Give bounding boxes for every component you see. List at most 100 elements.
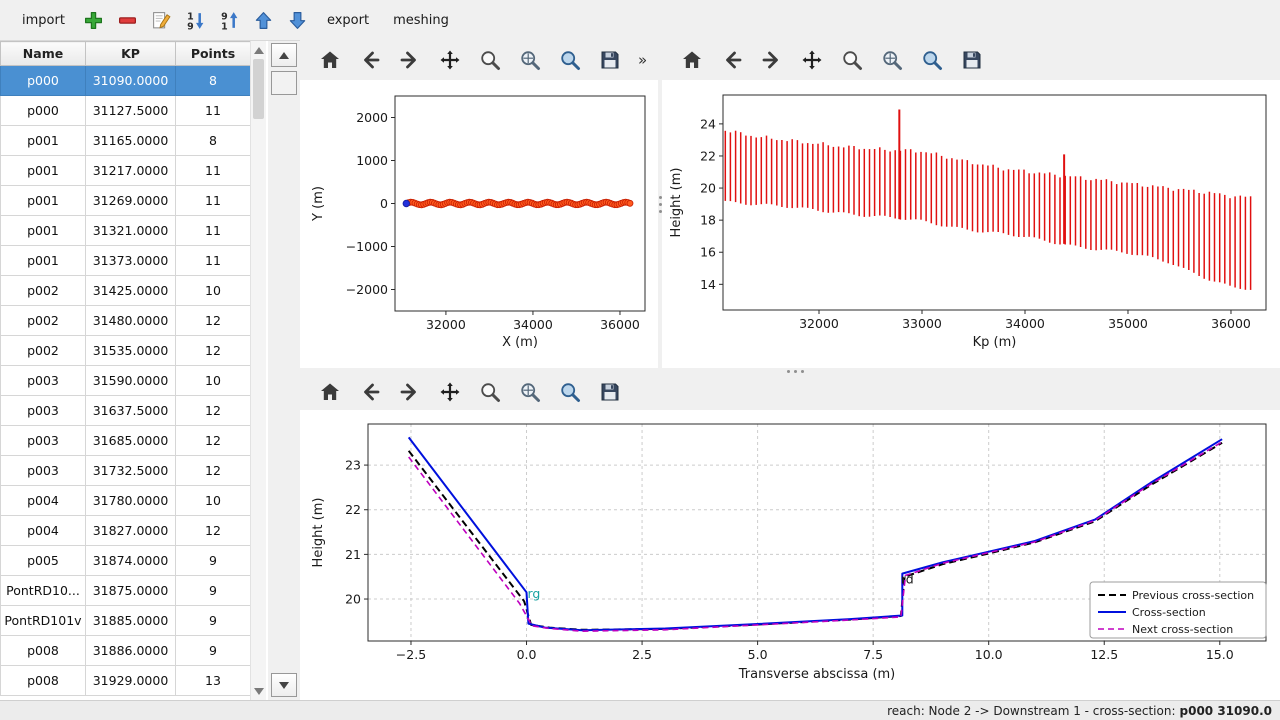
table-scrollbar-thumb[interactable] xyxy=(253,59,264,119)
column-header-kp[interactable]: KP xyxy=(86,42,176,66)
table-row[interactable]: p00031090.00008 xyxy=(1,66,251,96)
move-down-button[interactable] xyxy=(283,5,313,35)
cell-kp[interactable]: 31321.0000 xyxy=(86,216,176,246)
cell-points[interactable]: 12 xyxy=(176,516,251,546)
cell-points[interactable]: 10 xyxy=(176,366,251,396)
cell-kp[interactable]: 31165.0000 xyxy=(86,126,176,156)
forward-button[interactable] xyxy=(394,44,426,76)
cell-name[interactable]: p001 xyxy=(1,246,86,276)
cell-points[interactable]: 12 xyxy=(176,396,251,426)
table-row[interactable]: p00831929.000013 xyxy=(1,666,251,696)
cell-kp[interactable]: 31827.0000 xyxy=(86,516,176,546)
home-button[interactable] xyxy=(314,44,346,76)
back-button[interactable] xyxy=(716,44,748,76)
cell-kp[interactable]: 31590.0000 xyxy=(86,366,176,396)
cell-name[interactable]: p004 xyxy=(1,486,86,516)
cell-points[interactable]: 13 xyxy=(176,666,251,696)
import-button[interactable]: import xyxy=(12,7,75,34)
table-row[interactable]: PontRD10...31875.00009 xyxy=(1,576,251,606)
scroll-down-button[interactable] xyxy=(271,673,297,697)
cell-kp[interactable]: 31637.5000 xyxy=(86,396,176,426)
cell-kp[interactable]: 31269.0000 xyxy=(86,186,176,216)
plan-view-chart[interactable]: 320003400036000200010000−1000−2000X (m)Y… xyxy=(300,80,658,368)
pan-button[interactable] xyxy=(434,376,466,408)
pan-button[interactable] xyxy=(796,44,828,76)
cell-name[interactable]: p001 xyxy=(1,216,86,246)
cell-kp[interactable]: 31425.0000 xyxy=(86,276,176,306)
table-row[interactable]: p00131217.000011 xyxy=(1,156,251,186)
cell-kp[interactable]: 31217.0000 xyxy=(86,156,176,186)
cell-points[interactable]: 9 xyxy=(176,606,251,636)
cell-points[interactable]: 12 xyxy=(176,456,251,486)
cell-kp[interactable]: 31929.0000 xyxy=(86,666,176,696)
cell-kp[interactable]: 31480.0000 xyxy=(86,306,176,336)
cell-kp[interactable]: 31373.0000 xyxy=(86,246,176,276)
export-button[interactable]: export xyxy=(317,7,379,34)
column-header-points[interactable]: Points xyxy=(176,42,251,66)
panel-scrollbar-thumb[interactable] xyxy=(271,71,297,95)
forward-button[interactable] xyxy=(756,44,788,76)
configure-subplots-button[interactable] xyxy=(876,44,908,76)
cell-kp[interactable]: 31732.5000 xyxy=(86,456,176,486)
table-row[interactable]: p00131269.000011 xyxy=(1,186,251,216)
table-row[interactable]: p00131165.00008 xyxy=(1,126,251,156)
remove-button[interactable] xyxy=(113,5,143,35)
cell-name[interactable]: p002 xyxy=(1,336,86,366)
cell-name[interactable]: p000 xyxy=(1,66,86,96)
cell-kp[interactable]: 31875.0000 xyxy=(86,576,176,606)
save-button[interactable] xyxy=(956,44,988,76)
column-header-name[interactable]: Name xyxy=(1,42,86,66)
cell-points[interactable]: 11 xyxy=(176,186,251,216)
table-row[interactable]: p00431780.000010 xyxy=(1,486,251,516)
table-row[interactable]: p00431827.000012 xyxy=(1,516,251,546)
table-row[interactable]: p00231425.000010 xyxy=(1,276,251,306)
save-button[interactable] xyxy=(594,376,626,408)
table-row[interactable]: p00231535.000012 xyxy=(1,336,251,366)
cell-points[interactable]: 9 xyxy=(176,636,251,666)
cell-kp[interactable]: 31090.0000 xyxy=(86,66,176,96)
cell-points[interactable]: 12 xyxy=(176,306,251,336)
cell-points[interactable]: 12 xyxy=(176,336,251,366)
cell-kp[interactable]: 31874.0000 xyxy=(86,546,176,576)
cell-points[interactable]: 10 xyxy=(176,276,251,306)
cell-name[interactable]: p001 xyxy=(1,126,86,156)
customize-button[interactable] xyxy=(554,44,586,76)
table-row[interactable]: p00331637.500012 xyxy=(1,396,251,426)
cell-name[interactable]: p003 xyxy=(1,456,86,486)
cell-name[interactable]: p005 xyxy=(1,546,86,576)
cell-points[interactable]: 8 xyxy=(176,126,251,156)
cell-kp[interactable]: 31127.5000 xyxy=(86,96,176,126)
add-button[interactable] xyxy=(79,5,109,35)
save-button[interactable] xyxy=(594,44,626,76)
cell-points[interactable]: 9 xyxy=(176,546,251,576)
configure-subplots-button[interactable] xyxy=(514,376,546,408)
cell-name[interactable]: p003 xyxy=(1,366,86,396)
cell-kp[interactable]: 31535.0000 xyxy=(86,336,176,366)
cell-name[interactable]: p008 xyxy=(1,636,86,666)
table-row[interactable]: p00331590.000010 xyxy=(1,366,251,396)
zoom-button[interactable] xyxy=(474,376,506,408)
cell-points[interactable]: 11 xyxy=(176,96,251,126)
table-row[interactable]: p00131321.000011 xyxy=(1,216,251,246)
move-up-button[interactable] xyxy=(249,5,279,35)
cell-points[interactable]: 11 xyxy=(176,156,251,186)
meshing-button[interactable]: meshing xyxy=(383,7,459,34)
toolbar-overflow-chevron[interactable]: » xyxy=(638,51,647,69)
table-row[interactable]: p00831886.00009 xyxy=(1,636,251,666)
home-button[interactable] xyxy=(314,376,346,408)
sort-descending-button[interactable]: 91 xyxy=(215,5,245,35)
edit-button[interactable] xyxy=(147,5,177,35)
back-button[interactable] xyxy=(354,44,386,76)
sort-ascending-button[interactable]: 19 xyxy=(181,5,211,35)
cell-name[interactable]: PontRD101v xyxy=(1,606,86,636)
cell-kp[interactable]: 31685.0000 xyxy=(86,426,176,456)
cell-name[interactable]: p000 xyxy=(1,96,86,126)
scroll-up-icon[interactable] xyxy=(254,47,264,54)
cell-name[interactable]: p004 xyxy=(1,516,86,546)
table-row[interactable]: p00531874.00009 xyxy=(1,546,251,576)
cell-name[interactable]: p003 xyxy=(1,396,86,426)
cell-name[interactable]: p003 xyxy=(1,426,86,456)
cell-name[interactable]: p001 xyxy=(1,186,86,216)
home-button[interactable] xyxy=(676,44,708,76)
zoom-button[interactable] xyxy=(474,44,506,76)
